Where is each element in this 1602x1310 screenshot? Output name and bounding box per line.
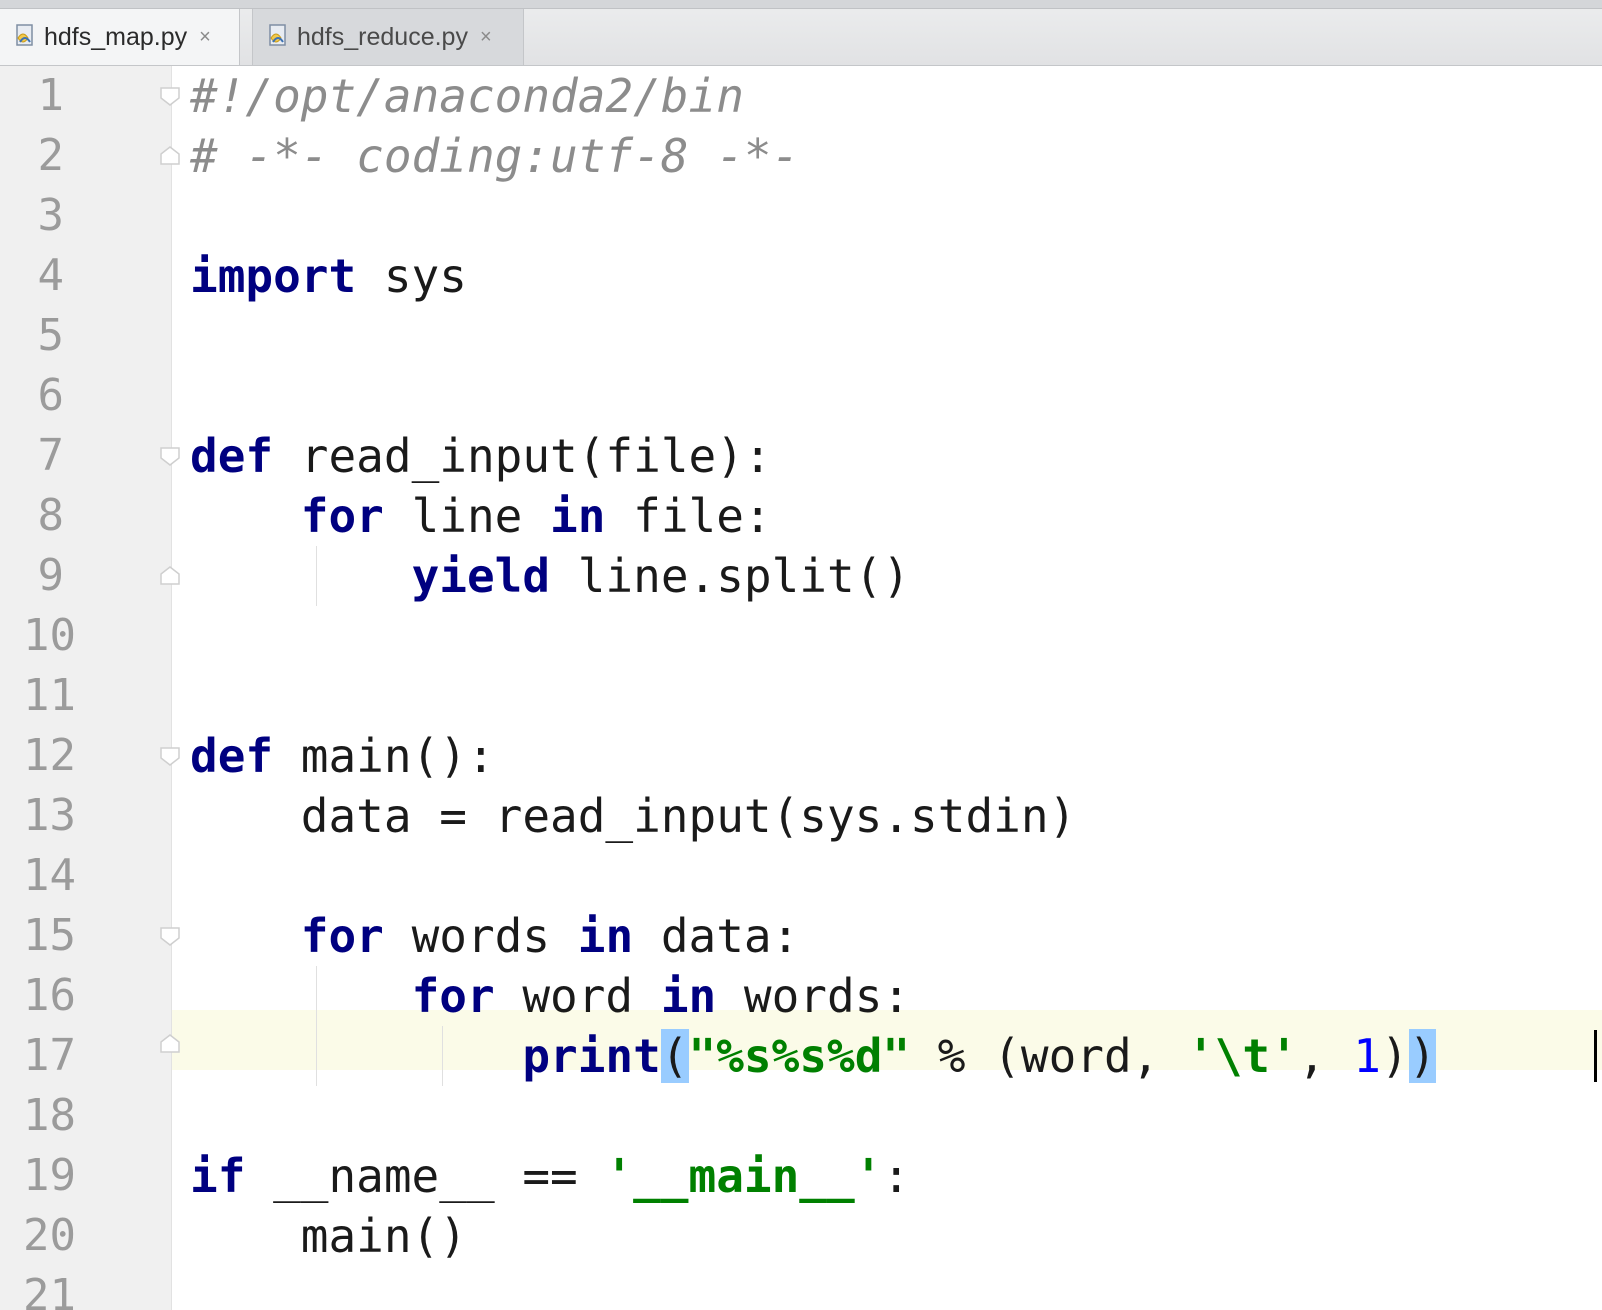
line-number: 21 bbox=[23, 1270, 76, 1310]
keyword-token: print bbox=[522, 1029, 661, 1083]
code-text: : bbox=[882, 1149, 911, 1203]
tab-bar-top-strip bbox=[0, 0, 1602, 9]
line-number: 14 bbox=[23, 850, 76, 901]
fold-end-icon[interactable] bbox=[158, 144, 182, 168]
code-text: data = read_input(sys.stdin) bbox=[300, 789, 1077, 843]
code-line[interactable]: for word in words: bbox=[190, 966, 911, 1026]
line-number: 20 bbox=[23, 1210, 76, 1261]
code-text: word bbox=[494, 969, 661, 1023]
comment-token: # -*- coding:utf-8 -*- bbox=[190, 129, 800, 183]
code-line[interactable]: if __name__ == '__main__': bbox=[190, 1146, 910, 1206]
code-text: words bbox=[383, 909, 578, 963]
fold-start-icon[interactable] bbox=[158, 924, 182, 948]
code-text: data: bbox=[633, 909, 800, 963]
keyword-token: def bbox=[190, 429, 274, 483]
code-text: line bbox=[383, 489, 551, 543]
line-number: 4 bbox=[37, 250, 65, 301]
keyword-token: in bbox=[550, 489, 606, 543]
code-line[interactable]: for words in data: bbox=[190, 906, 800, 966]
line-number: 16 bbox=[23, 970, 76, 1021]
line-number: 10 bbox=[23, 610, 76, 661]
line-number: 18 bbox=[23, 1090, 76, 1141]
fold-start-icon[interactable] bbox=[158, 84, 182, 108]
tab-close-icon[interactable]: × bbox=[199, 26, 211, 49]
line-number: 2 bbox=[37, 130, 65, 181]
tab-label: hdfs_reduce.py bbox=[297, 22, 468, 51]
line-number: 19 bbox=[23, 1150, 76, 1201]
code-text: file: bbox=[605, 489, 772, 543]
code-text: , bbox=[1297, 1029, 1354, 1083]
keyword-token: for bbox=[300, 489, 384, 543]
string-token: '\t' bbox=[1187, 1029, 1298, 1083]
code-line[interactable]: main() bbox=[190, 1206, 467, 1266]
code-editor[interactable]: 1 2 3 4 5 6 7 8 9 10 11 12 13 14 15 16 1… bbox=[0, 66, 1602, 1310]
comment-token: #!/opt/anaconda2/bin bbox=[190, 69, 744, 123]
line-number: 17 bbox=[23, 1030, 76, 1081]
keyword-token: yield bbox=[411, 549, 551, 603]
code-line[interactable]: yield line.split() bbox=[190, 546, 911, 606]
line-number: 6 bbox=[37, 370, 65, 421]
code-line[interactable]: def main(): bbox=[190, 726, 495, 786]
python-file-icon bbox=[269, 24, 286, 46]
code-line[interactable]: data = read_input(sys.stdin) bbox=[190, 786, 1076, 846]
tab-hdfs-map[interactable]: hdfs_map.py × bbox=[0, 9, 240, 65]
tab-hdfs-reduce[interactable]: hdfs_reduce.py × bbox=[252, 9, 524, 65]
code-text: __name__ == bbox=[245, 1149, 606, 1203]
tab-label: hdfs_map.py bbox=[44, 22, 188, 51]
code-text: read_input(file): bbox=[273, 429, 772, 483]
line-number: 7 bbox=[37, 430, 65, 481]
code-text: sys bbox=[356, 249, 467, 303]
code-line[interactable]: #!/opt/anaconda2/bin bbox=[190, 66, 744, 126]
ide-window: hdfs_map.py × hdfs_reduce.py × 1 2 3 4 5… bbox=[0, 0, 1602, 1310]
line-number: 12 bbox=[23, 730, 76, 781]
fold-start-icon[interactable] bbox=[158, 744, 182, 768]
matched-paren-open: ( bbox=[660, 1029, 689, 1083]
keyword-token: if bbox=[190, 1149, 246, 1203]
code-line[interactable]: def read_input(file): bbox=[190, 426, 772, 486]
line-number: 8 bbox=[37, 490, 65, 541]
code-text: line.split() bbox=[550, 549, 911, 603]
code-line[interactable]: for line in file: bbox=[190, 486, 772, 546]
keyword-token: for bbox=[300, 909, 384, 963]
line-number: 5 bbox=[37, 310, 65, 361]
line-number: 9 bbox=[37, 550, 65, 601]
code-text: words: bbox=[716, 969, 911, 1023]
keyword-token: import bbox=[190, 249, 357, 303]
tab-close-icon[interactable]: × bbox=[480, 26, 492, 49]
keyword-token: for bbox=[411, 969, 495, 1023]
line-number: 15 bbox=[23, 910, 76, 961]
fold-start-icon[interactable] bbox=[158, 444, 182, 468]
code-text: main() bbox=[300, 1209, 467, 1263]
string-token: '__main__' bbox=[605, 1149, 883, 1203]
keyword-token: in bbox=[660, 969, 717, 1023]
fold-end-icon[interactable] bbox=[158, 564, 182, 588]
keyword-token: in bbox=[577, 909, 634, 963]
matched-paren-close: ) bbox=[1408, 1029, 1437, 1083]
text-cursor bbox=[1594, 1030, 1597, 1082]
editor-tab-bar: hdfs_map.py × hdfs_reduce.py × bbox=[0, 0, 1602, 66]
string-token: "%s%s%d" bbox=[688, 1029, 911, 1083]
code-text: % (word, bbox=[910, 1029, 1188, 1083]
keyword-token: def bbox=[190, 729, 274, 783]
line-number: 13 bbox=[23, 790, 76, 841]
code-line[interactable]: # -*- coding:utf-8 -*- bbox=[190, 126, 799, 186]
number-token: 1 bbox=[1353, 1029, 1381, 1083]
code-text: main(): bbox=[273, 729, 495, 783]
line-number: 1 bbox=[37, 70, 65, 121]
line-number: 3 bbox=[37, 190, 65, 241]
code-text: ) bbox=[1380, 1029, 1409, 1083]
line-number: 11 bbox=[23, 670, 76, 721]
fold-end-icon[interactable] bbox=[158, 1032, 182, 1056]
code-line-current[interactable]: print("%s%s%d" % (word, '\t', 1)) bbox=[190, 1026, 1437, 1086]
code-line[interactable]: import sys bbox=[190, 246, 467, 306]
python-file-icon bbox=[16, 24, 33, 46]
